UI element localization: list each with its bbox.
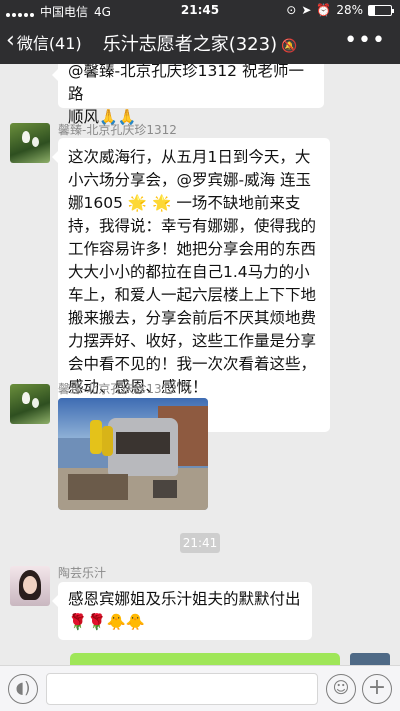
- message-line: 工作容易许多！她把分享会用的东西: [68, 240, 317, 258]
- input-bar: ◖) ☺ +: [0, 665, 400, 711]
- message-text: 感恩宾娜姐及乐汁姐夫的默默付出: [68, 590, 301, 608]
- photo-message[interactable]: [58, 398, 208, 510]
- emoji-icon[interactable]: ☺: [326, 674, 356, 704]
- avatar[interactable]: [350, 653, 390, 665]
- message-bubble[interactable]: @馨臻-北京孔庆珍1312 祝老师一路 顺风🙏🙏: [52, 64, 324, 126]
- message-input[interactable]: [46, 673, 318, 705]
- group-name: 乐汁志愿者之家(323): [102, 34, 278, 55]
- alarm-icon: ⊙: [286, 3, 297, 17]
- battery-icon: [368, 4, 394, 16]
- message-text: @馨臻-北京孔庆珍1312 祝老师一路: [68, 64, 304, 103]
- location-icon: ➤: [301, 3, 312, 17]
- chat-title: 乐汁志愿者之家(323) 🔕: [0, 30, 400, 56]
- time-divider: 21:41: [180, 533, 220, 553]
- message-line: 一场不缺地前来支: [176, 194, 301, 212]
- top-bar: 中国电信 4G 21:45 ⊙ ➤ ⏰ 28% ‹ 微信(41) 乐汁志愿者之家…: [0, 0, 400, 64]
- message-line: 小六场分享会，@罗宾娜-威海 连玉: [68, 171, 312, 189]
- avatar[interactable]: [10, 123, 50, 163]
- message-line: 大大小小的都拉在自己1.4马力的小: [68, 263, 310, 281]
- mute-icon: 🔕: [281, 39, 298, 54]
- message-line: 力摆弄好、收好，这些工作量是分享: [68, 332, 317, 350]
- plus-icon[interactable]: +: [362, 674, 392, 704]
- sender-name: 馨臻-北京孔庆珍1312: [58, 123, 177, 137]
- sparkle-emoji: 🌟 🌟: [127, 194, 172, 212]
- message-line: 会中看不见的！我一次次看着这些，: [68, 355, 317, 373]
- rose-emoji: 🌹🌹: [68, 613, 107, 631]
- avatar[interactable]: [10, 566, 50, 606]
- clock-icon: ⏰: [316, 3, 332, 17]
- outgoing-bubble[interactable]: [70, 653, 340, 665]
- sender-name: 馨臻-北京孔庆珍1312: [58, 382, 177, 396]
- nav-bar: ‹ 微信(41) 乐汁志愿者之家(323) 🔕 •••: [0, 20, 400, 64]
- message-bubble[interactable]: 感恩宾娜姐及乐汁姐夫的默默付出 🌹🌹🐥🐥: [52, 582, 312, 640]
- avatar[interactable]: [10, 384, 50, 424]
- more-icon[interactable]: •••: [344, 28, 386, 53]
- chick-emoji: 🐥🐥: [106, 613, 146, 631]
- sender-name: 陶芸乐汁: [58, 566, 107, 580]
- message-line: 娜1605: [68, 194, 123, 212]
- chat-area[interactable]: @馨臻-北京孔庆珍1312 祝老师一路 顺风🙏🙏 馨臻-北京孔庆珍1312 这次…: [0, 64, 400, 665]
- message-line: 搬来搬去，分享会前后不厌其烦地费: [68, 309, 317, 327]
- message-line: 持，我得说：幸亏有娜娜，使得我的: [68, 217, 317, 235]
- message-line: 车上，和爱人一起六层楼上上下下地: [68, 286, 317, 304]
- voice-icon[interactable]: ◖): [8, 674, 38, 704]
- battery-percent: 28%: [336, 3, 363, 17]
- status-bar: 中国电信 4G 21:45 ⊙ ➤ ⏰ 28%: [0, 0, 400, 20]
- message-line: 这次威海行，从五月1日到今天，大: [68, 148, 311, 166]
